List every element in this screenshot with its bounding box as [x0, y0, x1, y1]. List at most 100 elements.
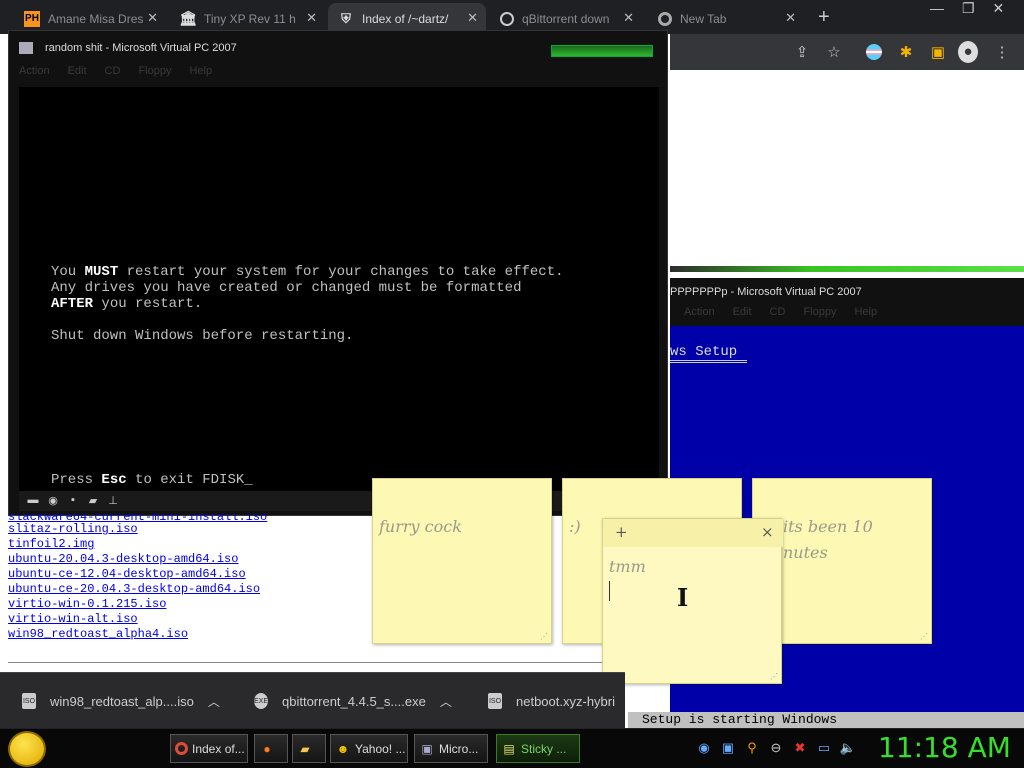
taskbar-item-folder[interactable]: ▰	[292, 734, 326, 763]
download-item[interactable]: ISO netboot.xyz-hybri	[488, 673, 615, 729]
vpc2-titlebar[interactable]: PPPPPPPp - Microsoft Virtual PC 2007	[670, 278, 1024, 306]
console-line-5: Press Esc to exit FDISK_	[51, 472, 253, 488]
update-tray-icon[interactable]: ⊖	[768, 740, 784, 756]
tab-label: New Tab	[680, 11, 727, 26]
file-link[interactable]: tinfoil2.img	[8, 537, 378, 552]
archive-icon: 🏛	[179, 10, 197, 26]
console-line-4: Shut down Windows before restarting.	[51, 328, 354, 344]
volume-icon[interactable]: 🔈	[840, 740, 856, 756]
taskbar-label: Sticky ...	[521, 741, 567, 756]
file-link[interactable]: virtio-win-0.1.215.iso	[8, 597, 378, 612]
network-icon[interactable]: ⊥	[105, 494, 121, 508]
tab-new-tab[interactable]: New Tab ✕	[648, 3, 804, 34]
menu-floppy[interactable]: Floppy	[803, 306, 836, 320]
close-icon[interactable]: ✕	[467, 10, 478, 26]
menu-cd[interactable]: CD	[105, 65, 121, 79]
window-buttons[interactable]	[551, 45, 653, 57]
menu-floppy[interactable]: Floppy	[138, 65, 171, 79]
close-icon[interactable]: ✕	[785, 10, 796, 26]
sticky-note-text[interactable]: its been 10	[783, 517, 873, 536]
menu-cd[interactable]: CD	[770, 306, 786, 320]
menu-help[interactable]: Help	[854, 306, 877, 320]
close-icon[interactable]: ✕	[147, 10, 158, 26]
file-link[interactable]: slitaz-rolling.iso	[8, 522, 378, 537]
menu-edit[interactable]: Edit	[68, 65, 87, 79]
vpc1-console-screen[interactable]: You MUST restart your system for your ch…	[19, 87, 659, 497]
qbittorrent-tray-icon[interactable]: ◉	[696, 740, 712, 756]
chrome-icon	[658, 11, 672, 26]
console-line-2: Any drives you have created or changed m…	[51, 280, 522, 296]
taskbar: Index of... ● ▰ ☻ Yahoo! ... ▣ Micro... …	[0, 728, 1024, 768]
download-item[interactable]: EXE qbittorrent_4.4.5_s....exe ︿	[254, 673, 452, 729]
puzzle-extensions-icon[interactable]: ✱	[896, 42, 916, 62]
hard-disk-icon[interactable]: ▬	[25, 494, 41, 508]
ph-icon: PH	[24, 10, 40, 27]
chevron-up-icon[interactable]: ︿	[208, 693, 220, 710]
display-tray-icon[interactable]: ▭	[816, 740, 832, 756]
add-note-button[interactable]: +	[615, 523, 628, 541]
cd-icon[interactable]: ◉	[45, 494, 61, 508]
menu-help[interactable]: Help	[189, 65, 212, 79]
taskbar-clock[interactable]: 11:18 AM	[878, 731, 1011, 764]
share-icon[interactable]: ⇪	[792, 42, 812, 62]
taskbar-item-yahoo[interactable]: ☻ Yahoo! ...	[330, 734, 408, 763]
resize-grip-icon[interactable]: ⋰	[540, 632, 548, 641]
taskbar-item-sticky-notes[interactable]: ▤ Sticky ...	[496, 734, 580, 763]
menu-edit[interactable]: Edit	[733, 306, 752, 320]
setup-status-bar: Setup is starting Windows	[628, 712, 1024, 728]
shield-icon: ⛨	[341, 10, 351, 26]
browser-tab-bar: PH Amane Misa Dres ✕ 🏛 Tiny XP Rev 11 h …	[0, 0, 1024, 34]
resize-grip-icon[interactable]: ⋰	[920, 632, 928, 641]
menu-icon[interactable]: ⋮	[992, 42, 1012, 62]
virtual-pc-window-1[interactable]: random shit - Microsoft Virtual PC 2007 …	[8, 30, 668, 516]
chrome-icon	[175, 742, 188, 755]
start-button-smiley-icon[interactable]	[8, 731, 46, 767]
shared-folder-icon[interactable]: ▰	[85, 494, 101, 508]
file-link[interactable]: ubuntu-ce-12.04-desktop-amd64.iso	[8, 567, 378, 582]
download-item[interactable]: ISO win98_redtoast_alp....iso ︿	[22, 673, 220, 729]
qbittorrent-icon	[500, 11, 514, 26]
taskbar-item-firefox[interactable]: ●	[254, 734, 288, 763]
file-link[interactable]: slackware64-current-mini-install.iso	[8, 514, 378, 522]
floppy-icon[interactable]: ▪	[65, 494, 81, 508]
bookmark-star-icon[interactable]: ☆	[824, 42, 844, 62]
search-tray-icon[interactable]: ⚲	[744, 740, 760, 756]
sticky-note-text-2[interactable]: nutes	[783, 543, 828, 562]
tab-label: Amane Misa Dres	[48, 11, 144, 26]
download-name: win98_redtoast_alp....iso	[50, 693, 194, 709]
tab-label: qBittorrent down	[522, 11, 610, 26]
sidepanel-icon[interactable]: ▣	[928, 42, 948, 62]
file-link[interactable]: win98_redtoast_alpha4.iso	[8, 627, 378, 642]
new-tab-button[interactable]: +	[818, 6, 830, 29]
taskbar-item-chrome[interactable]: Index of...	[170, 734, 248, 763]
close-icon[interactable]: ✕	[306, 10, 317, 26]
vpc2-title: PPPPPPPp - Microsoft Virtual PC 2007	[670, 286, 862, 298]
close-note-button[interactable]: ×	[761, 523, 774, 541]
menu-action[interactable]: Action	[684, 306, 715, 320]
taskbar-item-virtualpc[interactable]: ▣ Micro...	[414, 734, 488, 763]
tab-label: Index of /~dartz/	[362, 11, 449, 26]
sticky-note-header: + ×	[603, 519, 783, 547]
sticky-note-text[interactable]: furry cock	[379, 517, 462, 536]
chevron-up-icon[interactable]: ︿	[440, 693, 452, 710]
menu-action[interactable]: Action	[19, 65, 50, 79]
file-link[interactable]: ubuntu-ce-20.04.3-desktop-amd64.iso	[8, 582, 378, 597]
file-link[interactable]: ubuntu-20.04.3-desktop-amd64.iso	[8, 552, 378, 567]
sticky-note-text[interactable]: tmm	[609, 557, 646, 576]
file-listing: slackware64-current-mini-install.iso sli…	[8, 514, 378, 642]
console-line-1: You MUST restart your system for your ch…	[51, 264, 564, 280]
resize-grip-icon[interactable]: ⋰	[770, 672, 778, 681]
sticky-note-4[interactable]: + × tmm I ⋰	[602, 518, 783, 684]
sticky-note-text[interactable]: :)	[569, 517, 581, 536]
flag-extension-icon[interactable]	[864, 42, 884, 62]
window-controls[interactable]: —❐✕	[930, 0, 1022, 17]
text-caret	[609, 581, 610, 601]
file-link[interactable]: virtio-win-alt.iso	[8, 612, 378, 627]
taskbar-label: Yahoo! ...	[355, 741, 406, 756]
warning-tray-icon[interactable]: ✖	[792, 740, 808, 756]
network-tray-icon[interactable]: ▣	[720, 740, 736, 756]
profile-avatar-icon[interactable]: ●	[958, 41, 978, 63]
green-divider	[670, 266, 1024, 272]
sticky-note-1[interactable]: furry cock ⋰	[372, 478, 552, 644]
close-icon[interactable]: ✕	[623, 10, 634, 26]
